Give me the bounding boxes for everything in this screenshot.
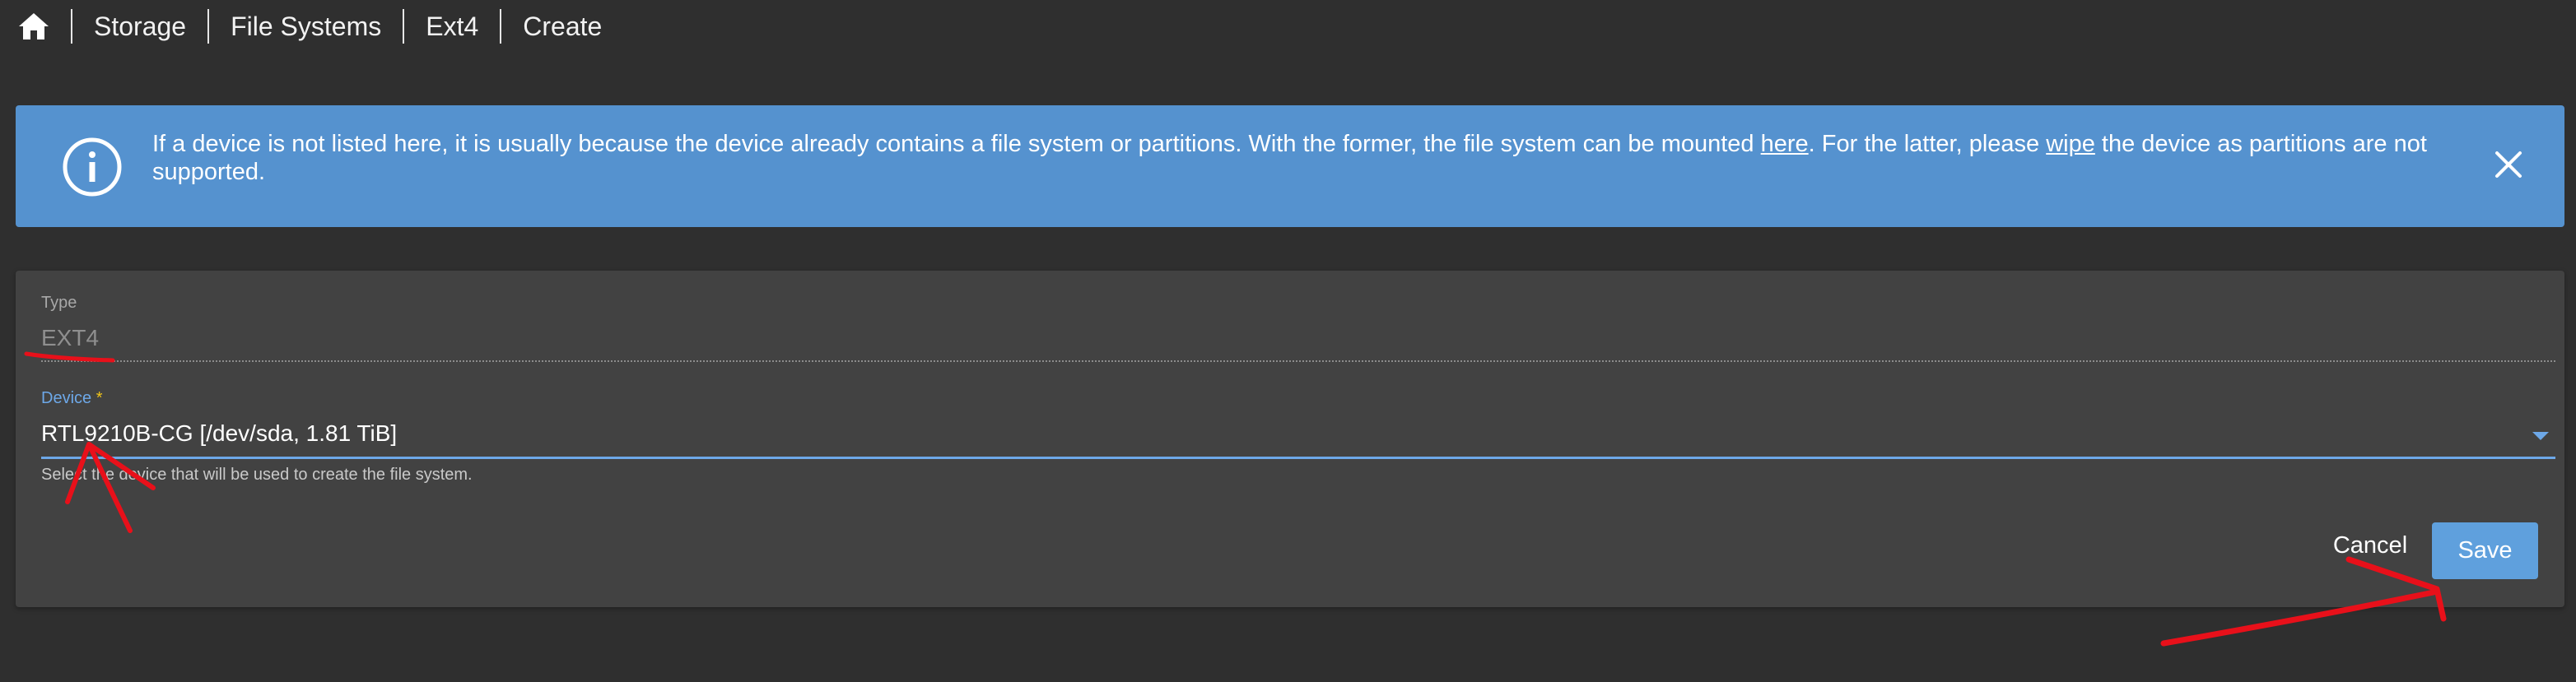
banner-text-part: If a device is not listed here, it is us…: [152, 131, 1761, 157]
save-button[interactable]: Save: [2432, 522, 2538, 579]
cancel-button[interactable]: Cancel: [2313, 522, 2428, 568]
dropdown-arrow-icon[interactable]: [2532, 432, 2549, 440]
breadcrumb-separator: [403, 9, 405, 44]
info-banner: If a device is not listed here, it is us…: [16, 105, 2564, 227]
here-link[interactable]: here: [1761, 131, 1809, 157]
breadcrumb-item-storage[interactable]: Storage: [94, 12, 186, 42]
info-icon: [62, 137, 123, 197]
breadcrumb-separator: [500, 9, 502, 44]
type-field: EXT4: [41, 325, 100, 350]
required-mark: *: [95, 389, 103, 407]
type-label: Type: [41, 294, 77, 312]
wipe-link[interactable]: wipe: [2046, 131, 2095, 157]
type-field-underline: [41, 360, 2555, 362]
breadcrumb-item-file-systems[interactable]: File Systems: [231, 12, 381, 42]
device-select[interactable]: RTL9210B-CG [/dev/sda, 1.81 TiB]: [41, 409, 2555, 458]
home-icon[interactable]: [15, 7, 53, 45]
breadcrumb-separator: [71, 9, 72, 44]
banner-message: If a device is not listed here, it is us…: [152, 130, 2507, 186]
device-label-text: Device: [41, 389, 92, 407]
breadcrumb: Storage File Systems Ext4 Create: [15, 7, 623, 46]
device-label: Device *: [41, 389, 103, 408]
close-icon[interactable]: [2484, 140, 2533, 189]
banner-text-part: . For the latter, please: [1808, 131, 2047, 157]
page: Storage File Systems Ext4 Create If a de…: [0, 0, 2576, 682]
create-filesystem-form: Type EXT4 Device * RTL9210B-CG [/dev/sda…: [16, 271, 2564, 607]
device-hint: Select the device that will be used to c…: [41, 466, 473, 484]
device-select-value: RTL9210B-CG [/dev/sda, 1.81 TiB]: [41, 420, 398, 446]
breadcrumb-item-create: Create: [523, 11, 603, 41]
breadcrumb-separator: [207, 9, 210, 44]
device-field-underline: [41, 457, 2555, 459]
breadcrumb-item-ext4[interactable]: Ext4: [426, 12, 478, 42]
